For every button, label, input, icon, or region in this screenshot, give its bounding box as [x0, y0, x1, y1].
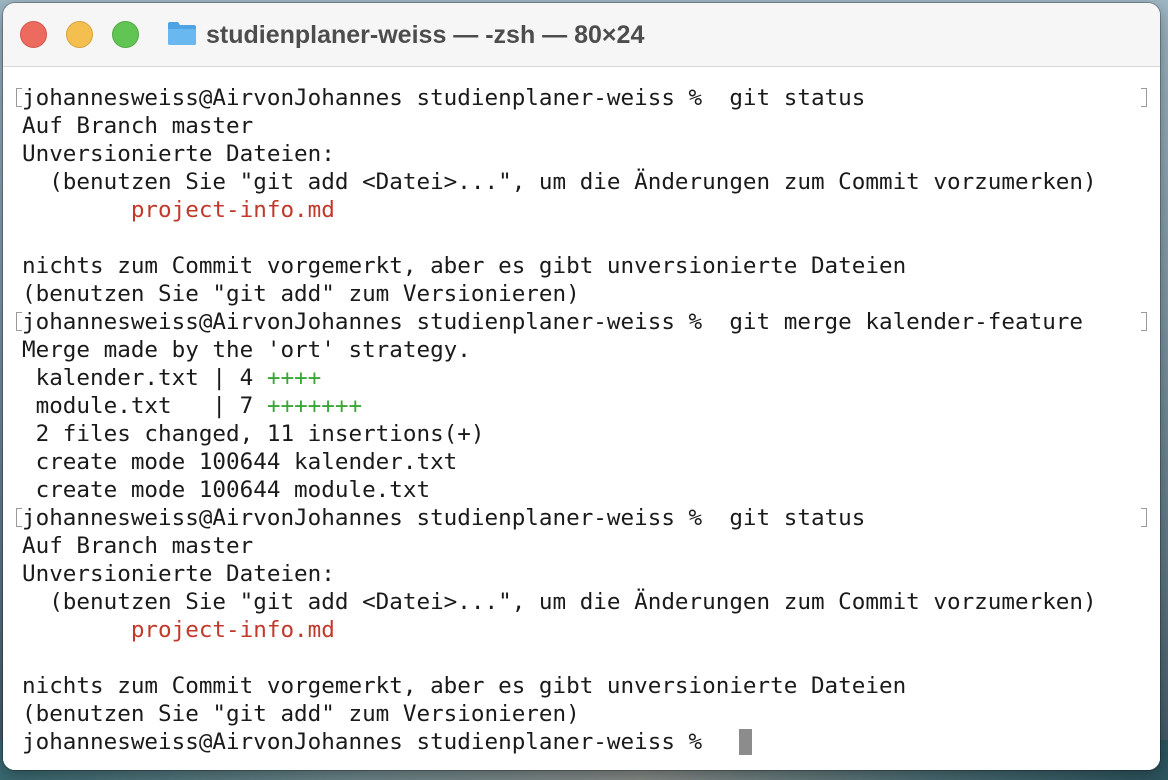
line-text: (benutzen Sie "git add" zum Versionieren…: [22, 281, 580, 307]
line-text: nichts zum Commit vorgemerkt, aber es gi…: [22, 673, 907, 699]
output-line: create mode 100644 kalender.txt: [22, 448, 458, 476]
line-text: Auf Branch master: [22, 113, 254, 139]
line-text: Auf Branch master: [22, 533, 254, 559]
output-line: Auf Branch master: [22, 532, 253, 560]
line-text: johannesweiss@AirvonJohannes studienplan…: [22, 85, 866, 111]
line-text: Unversionierte Dateien:: [22, 141, 335, 167]
output-line: nichts zum Commit vorgemerkt, aber es gi…: [22, 252, 906, 280]
line-text: Unversionierte Dateien:: [22, 561, 335, 587]
line-text: nichts zum Commit vorgemerkt, aber es gi…: [22, 253, 907, 279]
untracked-file-line: project-info.md: [22, 196, 335, 224]
prompt-line: johannesweiss@AirvonJohannes studienplan…: [22, 84, 865, 112]
output-line: Unversionierte Dateien:: [22, 140, 335, 168]
line-text: create mode 100644 kalender.txt: [22, 449, 458, 475]
terminal-window[interactable]: studienplaner-weiss — -zsh — 80×24 johan…: [3, 3, 1160, 770]
line-text: (benutzen Sie "git add" zum Versionieren…: [22, 701, 580, 727]
output-line: Auf Branch master: [22, 112, 253, 140]
close-button[interactable]: [20, 21, 47, 48]
output-line: (benutzen Sie "git add" zum Versionieren…: [22, 280, 580, 308]
command-mark-left: [16, 508, 22, 527]
line-text: project-info.md: [22, 197, 335, 223]
output-line: (benutzen Sie "git add" zum Versionieren…: [22, 700, 580, 728]
line-text: johannesweiss@AirvonJohannes studienplan…: [22, 505, 866, 531]
insertions-marker: ++++: [266, 365, 322, 391]
command-mark-right: [1141, 88, 1147, 107]
current-prompt-line: johannesweiss@AirvonJohannes studienplan…: [22, 728, 716, 756]
command-mark-left: [16, 88, 22, 107]
diffstat-line: module.txt | 7 +++++++: [22, 392, 362, 420]
title-bar[interactable]: studienplaner-weiss — -zsh — 80×24: [3, 3, 1160, 67]
output-line: create mode 100644 module.txt: [22, 476, 430, 504]
line-text: 2 files changed, 11 insertions(+): [22, 421, 485, 447]
output-line: Merge made by the 'ort' strategy.: [22, 336, 471, 364]
command-mark-left: [16, 312, 22, 331]
output-line: (benutzen Sie "git add <Datei>...", um d…: [22, 168, 1097, 196]
prompt-line: johannesweiss@AirvonJohannes studienplan…: [22, 308, 1083, 336]
line-text: johannesweiss@AirvonJohannes studienplan…: [22, 309, 1084, 335]
line-text: module.txt | 7: [22, 393, 267, 419]
insertions-marker: +++++++: [266, 393, 363, 419]
diffstat-line: kalender.txt | 4 ++++: [22, 364, 322, 392]
window-title: studienplaner-weiss — -zsh — 80×24: [206, 21, 645, 49]
line-text: kalender.txt | 4: [22, 365, 267, 391]
line-text: johannesweiss@AirvonJohannes studienplan…: [22, 729, 716, 755]
minimize-button[interactable]: [66, 21, 93, 48]
line-text: project-info.md: [22, 617, 335, 643]
output-line: 2 files changed, 11 insertions(+): [22, 420, 485, 448]
line-text: Merge made by the 'ort' strategy.: [22, 337, 471, 363]
output-line: Unversionierte Dateien:: [22, 560, 335, 588]
command-mark-right: [1141, 508, 1147, 527]
output-line: (benutzen Sie "git add <Datei>...", um d…: [22, 588, 1097, 616]
prompt-line: johannesweiss@AirvonJohannes studienplan…: [22, 504, 865, 532]
output-line: nichts zum Commit vorgemerkt, aber es gi…: [22, 672, 906, 700]
untracked-file-line: project-info.md: [22, 616, 335, 644]
line-text: (benutzen Sie "git add <Datei>...", um d…: [22, 169, 1097, 195]
zoom-button[interactable]: [112, 21, 139, 48]
command-mark-right: [1141, 312, 1147, 331]
line-text: create mode 100644 module.txt: [22, 477, 431, 503]
text-cursor: [739, 729, 752, 755]
terminal-output[interactable]: johannesweiss@AirvonJohannes studienplan…: [3, 67, 1160, 770]
line-text: (benutzen Sie "git add <Datei>...", um d…: [22, 589, 1097, 615]
folder-icon: [168, 22, 196, 45]
